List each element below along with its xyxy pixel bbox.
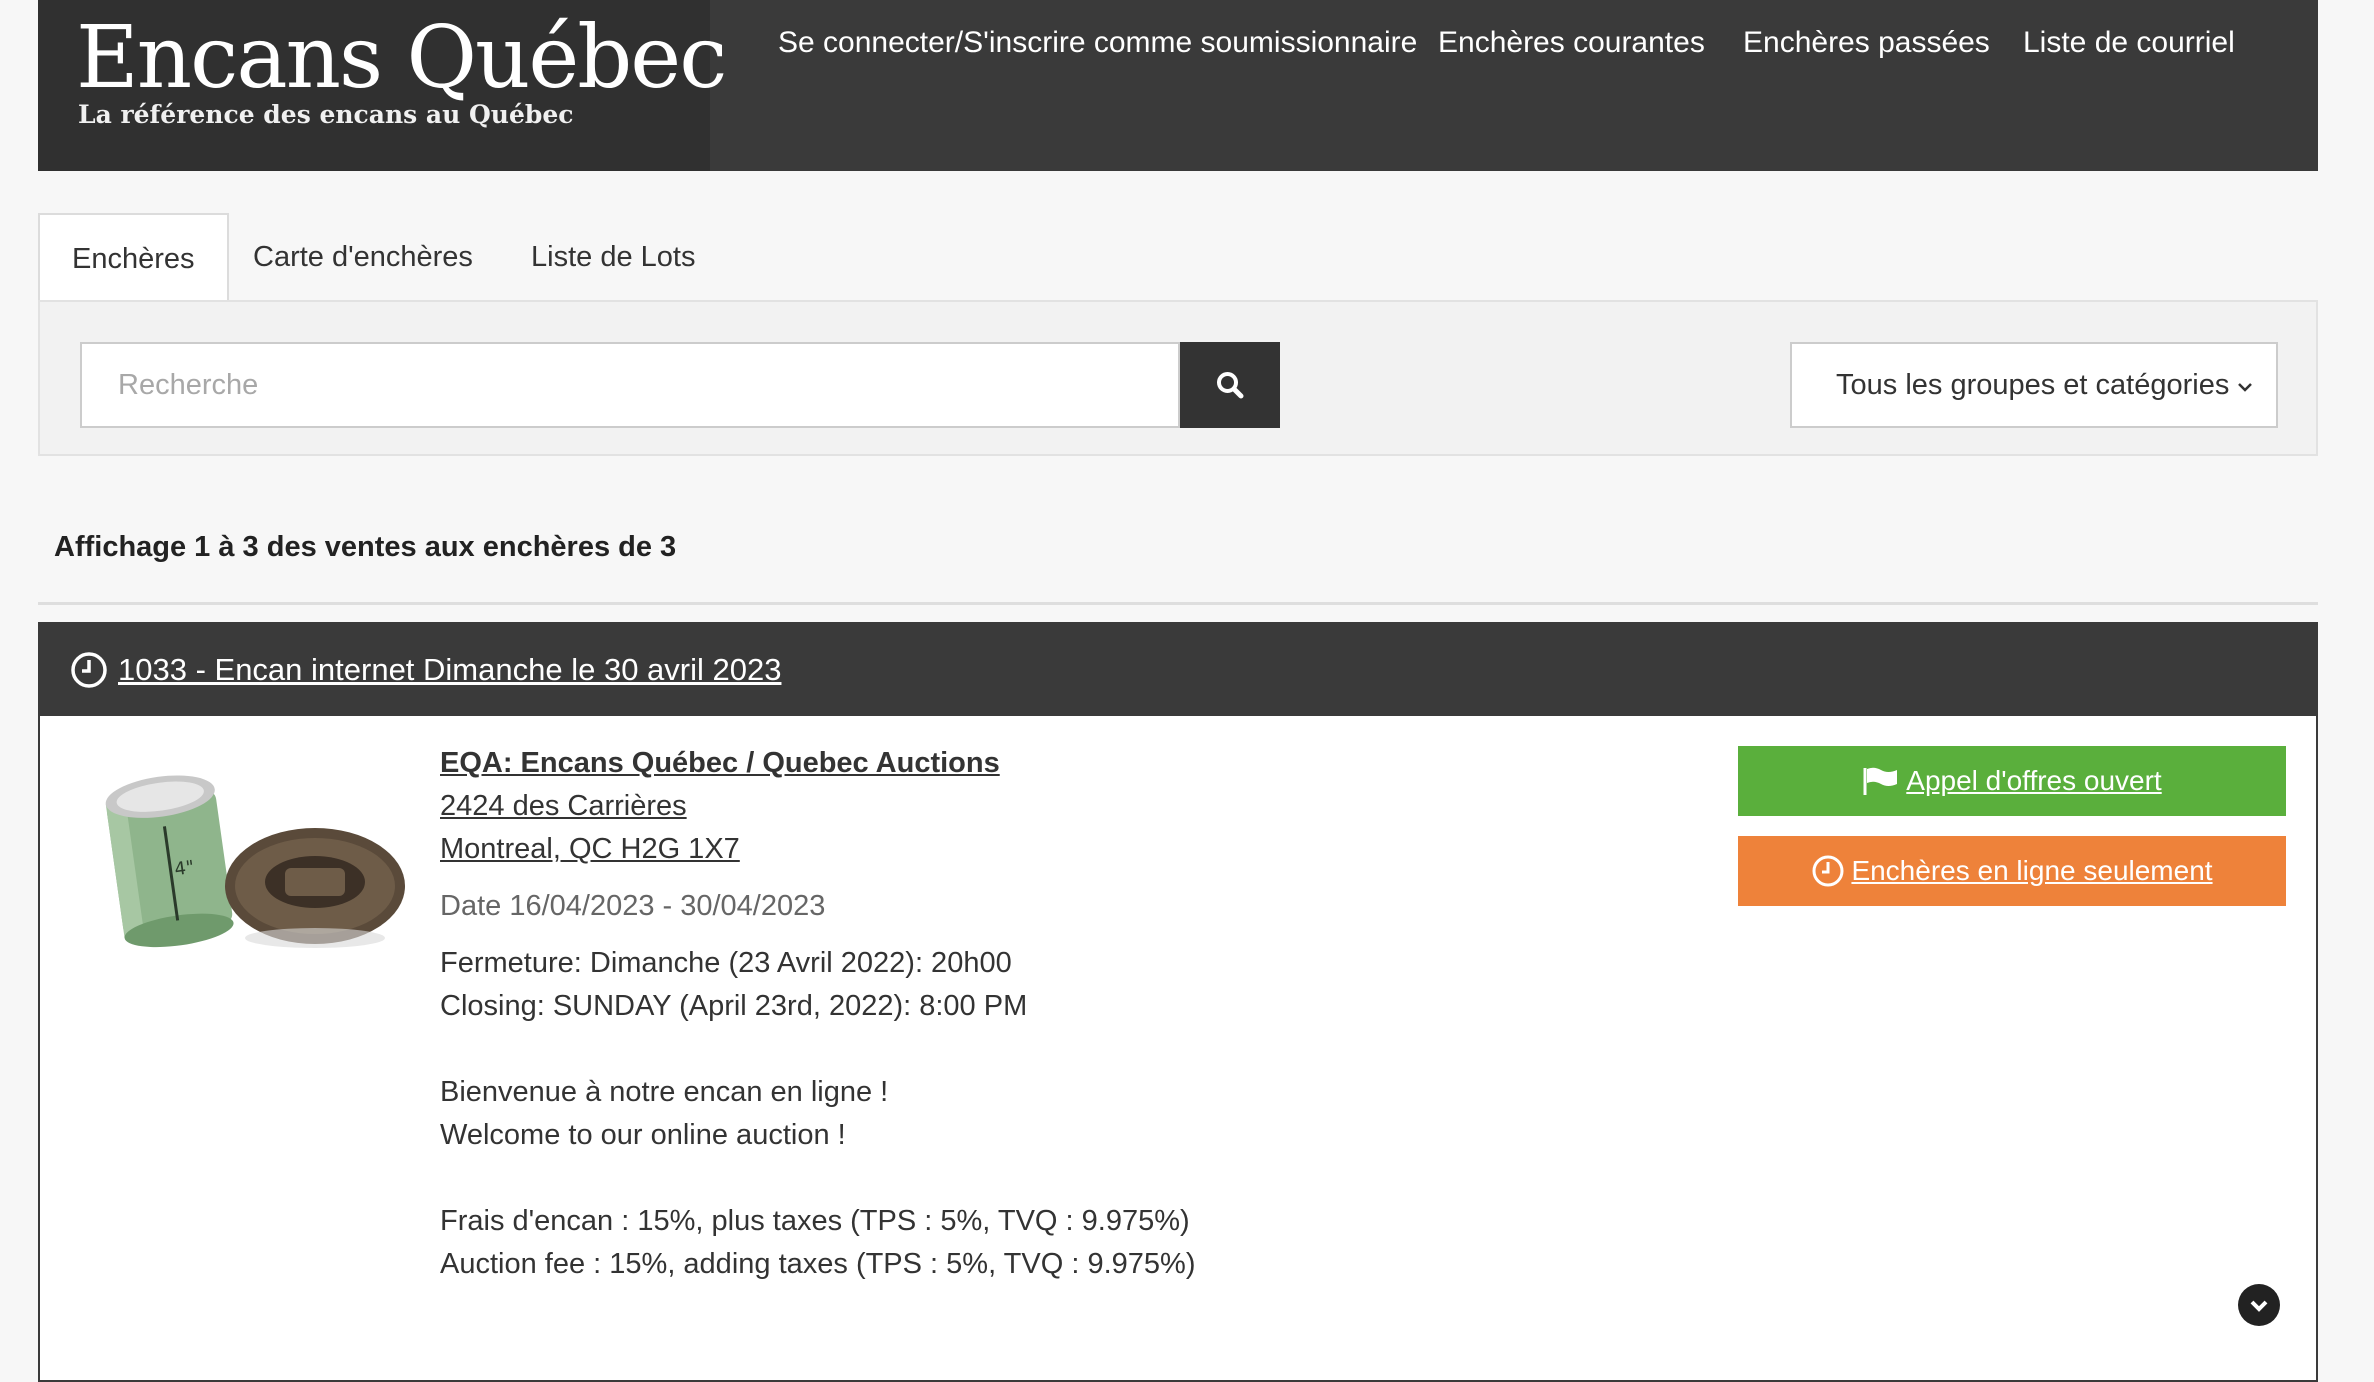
category-select-value: Tous les groupes et catégories xyxy=(1836,368,2230,401)
search-icon xyxy=(1217,372,1244,399)
auction-thumbnail[interactable]: 4" xyxy=(90,756,410,976)
svg-text:4": 4" xyxy=(173,857,195,881)
closing-en: Closing: SUNDAY (April 23rd, 2022): 8:00… xyxy=(440,990,1028,1022)
search-button[interactable] xyxy=(1180,342,1280,428)
auction-card: 1033 - Encan internet Dimanche le 30 avr… xyxy=(38,622,2318,1382)
nav-current-auctions[interactable]: Enchères courantes xyxy=(1438,26,1705,60)
auction-info: EQA: Encans Québec / Quebec Auctions 242… xyxy=(440,742,1195,1286)
logo-title: Encans Québec xyxy=(76,8,727,108)
divider xyxy=(38,602,2318,605)
fee-fr: Frais d'encan : 15%, plus taxes (TPS : 5… xyxy=(440,1205,1190,1237)
chevron-down-icon xyxy=(2250,1300,2268,1312)
online-only-button[interactable]: Enchères en ligne seulement xyxy=(1738,836,2286,906)
auction-title-link[interactable]: 1033 - Encan internet Dimanche le 30 avr… xyxy=(118,652,781,688)
auction-date: Date 16/04/2023 - 30/04/2023 xyxy=(440,890,826,922)
expand-button[interactable] xyxy=(2238,1284,2280,1326)
tab-auctions[interactable]: Enchères xyxy=(38,213,229,301)
tab-auction-map[interactable]: Carte d'enchères xyxy=(253,213,473,301)
fee-en: Auction fee : 15%, adding taxes (TPS : 5… xyxy=(440,1248,1196,1280)
welcome-fr: Bienvenue à notre encan en ligne ! xyxy=(440,1076,889,1108)
open-bid-label: Appel d'offres ouvert xyxy=(1906,765,2162,796)
clock-icon xyxy=(71,652,107,688)
category-select[interactable]: Tous les groupes et catégories xyxy=(1790,342,2278,428)
nav-login-register[interactable]: Se connecter/S'inscrire comme soumission… xyxy=(778,26,1417,60)
nav-mailing-list[interactable]: Liste de courriel xyxy=(2023,26,2235,60)
results-count: Affichage 1 à 3 des ventes aux enchères … xyxy=(54,531,677,563)
flag-icon xyxy=(1863,767,1898,795)
site-logo[interactable]: Encans Québec La référence des encans au… xyxy=(38,0,727,171)
nav-past-auctions[interactable]: Enchères passées xyxy=(1743,26,1990,60)
address-line2[interactable]: Montreal, QC H2G 1X7 xyxy=(440,828,1195,871)
site-header: Encans Québec La référence des encans au… xyxy=(38,0,2318,171)
clock-icon xyxy=(1812,855,1844,887)
closing-fr: Fermeture: Dimanche (23 Avril 2022): 20h… xyxy=(440,947,1012,979)
tab-bar: Enchères Carte d'enchères Liste de Lots xyxy=(38,213,2318,301)
chevron-down-icon xyxy=(2238,383,2252,392)
company-link[interactable]: EQA: Encans Québec / Quebec Auctions xyxy=(440,742,1195,785)
open-bid-button[interactable]: Appel d'offres ouvert xyxy=(1738,746,2286,816)
logo-subtitle: La référence des encans au Québec xyxy=(78,100,574,129)
tab-lot-list[interactable]: Liste de Lots xyxy=(531,213,695,301)
search-input[interactable] xyxy=(80,342,1180,428)
welcome-en: Welcome to our online auction ! xyxy=(440,1119,846,1151)
search-panel: Tous les groupes et catégories xyxy=(38,300,2318,456)
online-only-label: Enchères en ligne seulement xyxy=(1851,855,2213,886)
auction-card-header: 1033 - Encan internet Dimanche le 30 avr… xyxy=(40,624,2316,716)
address-line1[interactable]: 2424 des Carrières xyxy=(440,785,1195,828)
